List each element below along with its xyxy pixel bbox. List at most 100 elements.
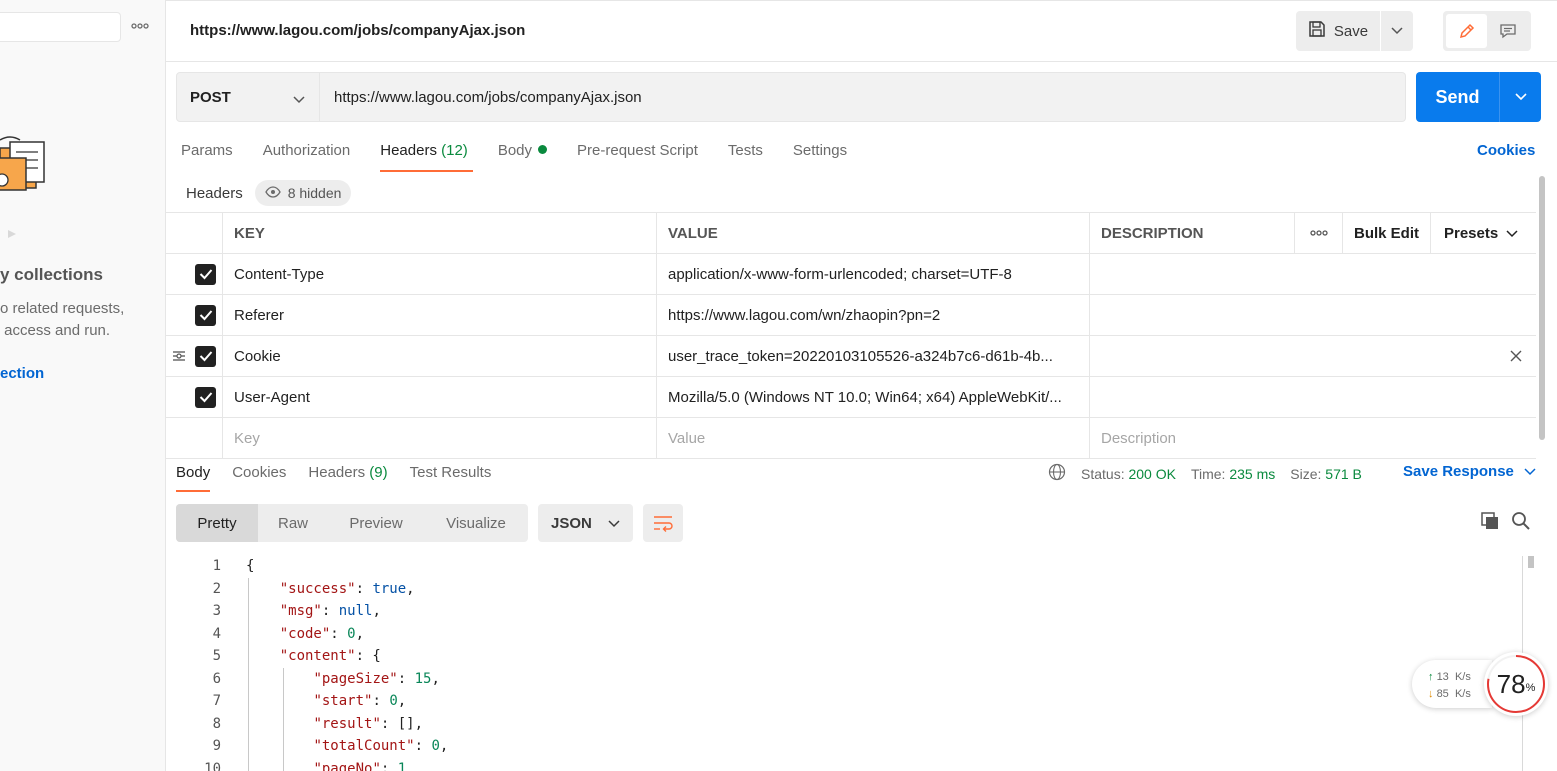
collections-illustration-icon — [0, 130, 50, 240]
code-line: "pageSize": 15, — [313, 671, 440, 687]
table-row: Content-Type application/x-www-form-urle… — [166, 254, 1536, 295]
line-number: 1 — [212, 558, 221, 574]
sidebar: y collections o related requests, access… — [0, 0, 166, 771]
row-checkbox[interactable] — [195, 263, 216, 285]
response-status[interactable]: Status: 200 OK — [1081, 466, 1176, 482]
header-value-cell[interactable]: user_trace_token=20220103105526-a324b7c6… — [656, 336, 1089, 376]
headers-table-header: KEY VALUE DESCRIPTION Bulk Edit Presets — [166, 212, 1536, 254]
language-select[interactable]: JSON — [538, 504, 633, 542]
row-check-cell — [166, 336, 222, 376]
response-size[interactable]: Size: 571 B — [1290, 466, 1362, 482]
column-options-icon[interactable] — [1294, 213, 1342, 253]
format-visualize[interactable]: Visualize — [424, 504, 528, 542]
language-label: JSON — [551, 514, 592, 532]
comments-icon[interactable] — [1487, 14, 1528, 48]
eye-icon — [264, 185, 281, 201]
new-description-input[interactable]: Description — [1089, 418, 1536, 458]
tab-headers[interactable]: Headers (12) — [380, 138, 473, 172]
save-dropdown-chevron-icon[interactable] — [1381, 11, 1413, 51]
format-preview[interactable]: Preview — [328, 504, 424, 542]
copy-icon[interactable] — [1480, 511, 1500, 534]
send-button-group: Send — [1416, 72, 1541, 122]
tab-authorization[interactable]: Authorization — [263, 138, 351, 172]
presets-label: Presets — [1444, 224, 1499, 242]
globe-icon[interactable] — [1048, 463, 1066, 484]
cookies-link[interactable]: Cookies — [1477, 142, 1535, 159]
header-description-cell[interactable] — [1089, 295, 1536, 335]
new-value-input[interactable]: Value — [656, 418, 1089, 458]
format-pretty[interactable]: Pretty — [176, 504, 258, 542]
upload-speed: ↑ 13 K/s — [1428, 671, 1471, 683]
header-key-cell[interactable]: Referer — [222, 295, 656, 335]
presets-dropdown[interactable]: Presets — [1430, 213, 1536, 253]
line-number: 8 — [212, 716, 221, 732]
send-button[interactable]: Send — [1416, 72, 1500, 122]
new-key-input[interactable]: Key — [222, 418, 656, 458]
bulk-edit-button[interactable]: Bulk Edit — [1342, 213, 1430, 253]
tab-prerequest-script[interactable]: Pre-request Script — [577, 138, 698, 172]
response-code-editor[interactable]: 1 2 3 4 5 6 7 8 9 10 { "success": true, … — [166, 556, 1526, 771]
response-time[interactable]: Time: 235 ms — [1191, 466, 1275, 482]
code-line: "start": 0, — [313, 693, 407, 709]
tab-response-headers[interactable]: Headers (9) — [308, 460, 387, 492]
edit-pencil-icon[interactable] — [1446, 14, 1487, 48]
code-line: "code": 0, — [279, 626, 365, 642]
chevron-down-icon — [293, 91, 305, 108]
search-icon[interactable] — [1511, 511, 1531, 534]
tab-response-body[interactable]: Body — [176, 460, 211, 492]
header-key-cell[interactable]: Cookie — [222, 336, 656, 376]
table-row-empty: Key Value Description — [166, 418, 1536, 459]
hidden-headers-toggle[interactable]: 8 hidden — [254, 180, 352, 206]
format-raw[interactable]: Raw — [258, 504, 328, 542]
response-tabs: Body Cookies Headers (9) Test Results — [176, 460, 513, 494]
line-number: 3 — [212, 603, 221, 619]
line-number: 10 — [204, 761, 221, 771]
tab-settings[interactable]: Settings — [793, 138, 847, 172]
save-icon — [1308, 20, 1326, 42]
code-line: "content": { — [279, 648, 381, 664]
wrap-lines-icon[interactable] — [643, 504, 683, 542]
remove-row-close-icon[interactable] — [1510, 349, 1522, 365]
code-line: { — [246, 558, 255, 574]
send-dropdown-chevron-icon[interactable] — [1500, 72, 1541, 122]
request-name[interactable]: https://www.lagou.com/jobs/companyAjax.j… — [190, 22, 525, 39]
column-value: VALUE — [656, 213, 1089, 253]
method-label: POST — [190, 88, 231, 106]
code-scrollbar-thumb[interactable] — [1528, 556, 1534, 568]
drag-handle-icon[interactable] — [172, 349, 186, 366]
sidebar-search-input[interactable] — [0, 12, 121, 42]
header-key-cell[interactable]: Content-Type — [222, 254, 656, 294]
create-collection-link[interactable]: ection — [0, 365, 44, 382]
header-value-cell[interactable]: application/x-www-form-urlencoded; chars… — [656, 254, 1089, 294]
table-row: User-Agent Mozilla/5.0 (Windows NT 10.0;… — [166, 377, 1536, 418]
header-description-cell[interactable] — [1089, 377, 1536, 417]
tab-params[interactable]: Params — [181, 138, 233, 172]
header-value-cell[interactable]: Mozilla/5.0 (Windows NT 10.0; Win64; x64… — [656, 377, 1089, 417]
row-checkbox[interactable] — [195, 386, 216, 408]
row-check-cell — [166, 418, 222, 458]
save-button[interactable]: Save — [1296, 11, 1381, 51]
chevron-down-icon — [608, 515, 620, 532]
header-key-cell[interactable]: User-Agent — [222, 377, 656, 417]
memory-gauge-label: 78% — [1496, 668, 1536, 699]
save-response-button[interactable]: Save Response — [1403, 463, 1536, 480]
header-description-cell[interactable] — [1089, 254, 1536, 294]
line-number: 4 — [212, 626, 221, 642]
row-checkbox[interactable] — [195, 304, 216, 326]
tab-tests[interactable]: Tests — [728, 138, 763, 172]
tab-test-results[interactable]: Test Results — [410, 460, 492, 492]
network-speed-widget[interactable]: ↑ 13 K/s ↓ 85 K/s — [1412, 660, 1492, 708]
tab-response-cookies[interactable]: Cookies — [232, 460, 286, 492]
column-key: KEY — [222, 213, 656, 253]
more-options-icon[interactable] — [131, 16, 153, 36]
headers-scrollbar[interactable] — [1539, 176, 1545, 440]
tab-body[interactable]: Body — [498, 138, 548, 172]
save-button-group: Save — [1296, 11, 1413, 51]
method-select[interactable]: POST — [176, 72, 320, 122]
header-description-cell[interactable] — [1089, 336, 1536, 376]
header-value-cell[interactable]: https://www.lagou.com/wn/zhaopin?pn=2 — [656, 295, 1089, 335]
row-checkbox[interactable] — [195, 345, 216, 367]
table-row: Referer https://www.lagou.com/wn/zhaopin… — [166, 295, 1536, 336]
url-input[interactable]: https://www.lagou.com/jobs/companyAjax.j… — [320, 72, 1406, 122]
body-indicator-dot — [538, 145, 548, 154]
